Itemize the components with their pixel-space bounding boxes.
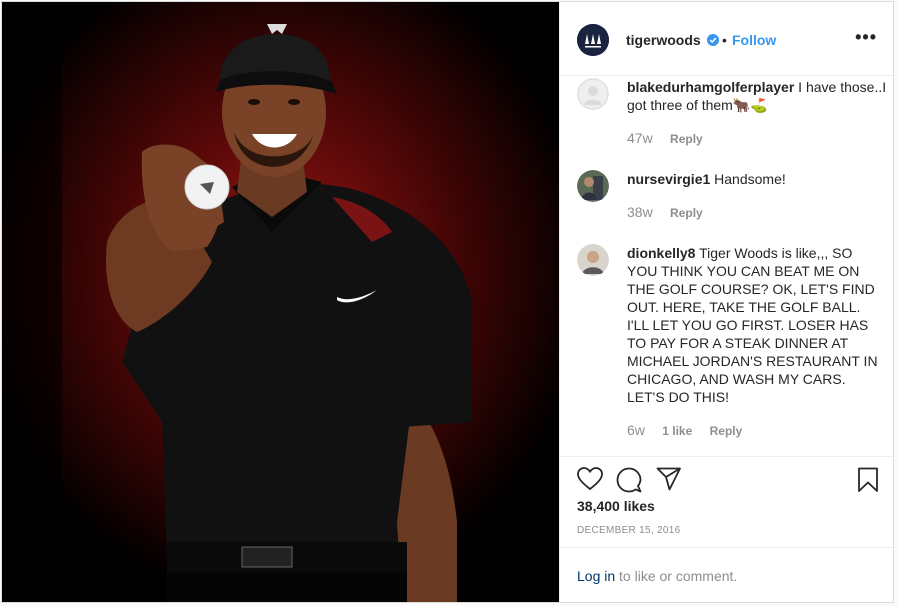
default-avatar-icon [577,78,609,110]
reply-button[interactable]: Reply [670,132,703,146]
commenter-avatar[interactable] [577,244,609,276]
comment-text: dionkelly8 Tiger Woods is like,,, SO YOU… [627,244,883,406]
reply-button[interactable]: Reply [710,424,743,438]
comment-text: nursevirgie1 Handsome! [627,170,883,188]
comment-age[interactable]: 6w [627,422,645,438]
instagram-post: tigerwoods • Follow ••• blakedurhamgolfe… [1,1,894,603]
comment-content: Tiger Woods is like,,, SO YOU THINK YOU … [627,245,878,405]
post-photo[interactable] [2,2,559,602]
comment-item: blakedurhamgolferplayer I have those..I … [577,78,886,158]
comment-meta: 38w Reply [627,204,717,220]
comment-icon[interactable] [616,467,642,498]
likes-count[interactable]: 38,400 likes [577,498,655,514]
golfer-illustration [2,2,559,602]
comment-username[interactable]: blakedurhamgolferplayer [627,79,794,95]
comment-username[interactable]: dionkelly8 [627,245,695,261]
tgr-logo-icon [577,24,609,56]
comment-item: dionkelly8 Tiger Woods is like,,, SO YOU… [577,244,883,444]
login-link[interactable]: Log in [577,568,615,584]
comment-age[interactable]: 47w [627,130,653,146]
comment-likes-count[interactable]: 1 like [662,424,692,438]
comment-meta: 6w 1 like Reply [627,422,756,438]
post-sidebar: tigerwoods • Follow ••• blakedurhamgolfe… [559,2,893,602]
heart-icon[interactable] [577,467,603,496]
user-photo-icon [577,170,609,202]
post-date[interactable]: DECEMBER 15, 2016 [577,525,680,536]
comment-content: Handsome! [714,171,786,187]
header-separator: • [722,32,727,48]
user-photo-icon [577,244,609,276]
comment-username[interactable]: nursevirgie1 [627,171,710,187]
commenter-avatar[interactable] [577,78,609,110]
login-prompt-text: to like or comment. [615,568,738,584]
commenter-avatar[interactable] [577,170,609,202]
comment-age[interactable]: 38w [627,204,653,220]
follow-button[interactable]: Follow [732,32,776,48]
share-icon[interactable] [656,467,682,496]
comment-list: blakedurhamgolferplayer I have those..I … [560,76,893,456]
login-prompt: Log in to like or comment. [560,547,893,603]
comment-meta: 47w Reply [627,130,717,146]
comment-text: blakedurhamgolferplayer I have those..I … [627,78,887,114]
reply-button[interactable]: Reply [670,206,703,220]
comment-item: nursevirgie1 Handsome! 38w Reply [577,170,883,240]
bookmark-icon[interactable] [857,467,879,498]
verified-badge-icon [707,33,719,51]
author-avatar[interactable] [577,24,609,56]
more-options-icon[interactable]: ••• [855,28,877,46]
post-header: tigerwoods • Follow ••• [560,2,893,76]
author-username[interactable]: tigerwoods [626,32,701,48]
